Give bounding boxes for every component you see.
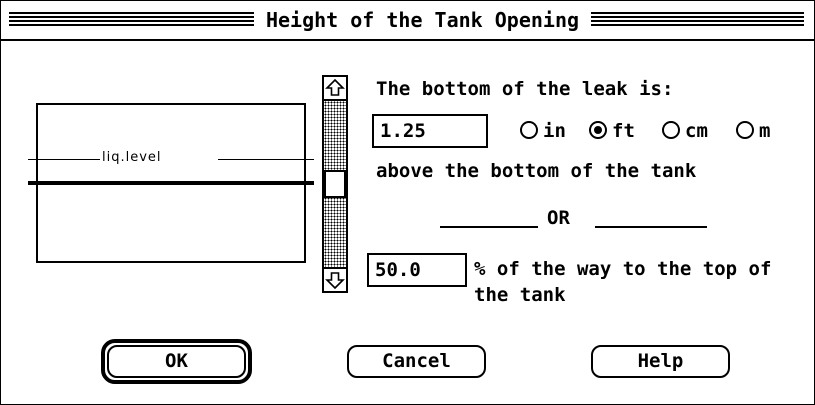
arrow-up-icon <box>325 78 345 96</box>
cancel-button[interactable]: Cancel <box>347 345 486 378</box>
percent-label-line1: % of the way to the top of <box>474 258 772 280</box>
leak-heading: The bottom of the leak is: <box>376 78 674 100</box>
or-divider-left <box>440 226 538 228</box>
liquid-level-label: liq.level <box>100 150 164 165</box>
liquid-level-line-left <box>28 159 100 160</box>
ok-button-default-ring: OK <box>101 339 252 384</box>
arrow-down-icon <box>325 272 345 290</box>
title-bar[interactable]: Height of the Tank Opening <box>1 1 814 41</box>
scroll-up-button[interactable] <box>324 77 346 101</box>
unit-label-in: in <box>543 120 566 142</box>
ok-button[interactable]: OK <box>107 345 246 378</box>
title-bar-stripes-left <box>9 12 254 28</box>
dialog-title: Height of the Tank Opening <box>254 7 591 33</box>
unit-label-m: m <box>759 120 771 142</box>
leak-height-marker <box>28 181 314 185</box>
radio-circle-icon <box>736 121 754 139</box>
unit-label-ft: ft <box>612 120 635 142</box>
unit-radio-m[interactable]: m <box>736 120 770 142</box>
help-button[interactable]: Help <box>591 345 730 378</box>
unit-radio-in[interactable]: in <box>520 120 566 142</box>
height-scrollbar[interactable] <box>322 75 348 293</box>
or-label: OR <box>547 207 570 229</box>
liquid-level-line-right <box>218 159 314 160</box>
unit-radio-cm[interactable]: cm <box>662 120 708 142</box>
leak-suffix-label: above the bottom of the tank <box>376 160 697 182</box>
scroll-thumb[interactable] <box>324 170 346 198</box>
percent-input[interactable]: 50.0 <box>367 253 467 287</box>
or-divider-right <box>595 226 707 228</box>
unit-label-cm: cm <box>685 120 708 142</box>
radio-circle-icon <box>662 121 680 139</box>
percent-label-line2: the tank <box>474 284 566 306</box>
leak-height-input[interactable]: 1.25 <box>372 114 488 148</box>
scroll-down-button[interactable] <box>324 267 346 291</box>
radio-selected-icon <box>589 121 607 139</box>
radio-circle-icon <box>520 121 538 139</box>
title-bar-stripes-right <box>591 12 804 28</box>
unit-radio-ft[interactable]: ft <box>589 120 635 142</box>
